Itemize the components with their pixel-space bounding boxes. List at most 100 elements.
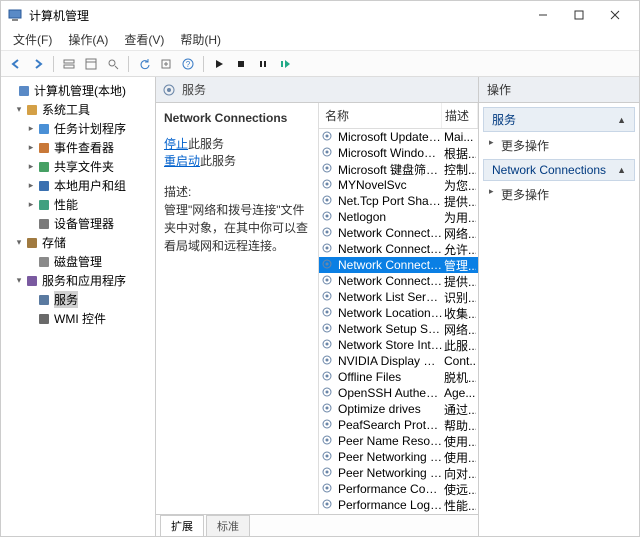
wmi-icon	[37, 312, 51, 326]
filter-button[interactable]	[104, 55, 122, 73]
service-row[interactable]: Peer Networking Identity...向对...	[319, 465, 478, 481]
menu-item[interactable]: 帮助(H)	[172, 29, 229, 50]
service-row[interactable]: Network Setup Service网络...	[319, 321, 478, 337]
stop-button[interactable]	[232, 55, 250, 73]
export-button[interactable]	[157, 55, 175, 73]
menu-item[interactable]: 查看(V)	[116, 29, 172, 50]
service-row[interactable]: Offline Files脱机...	[319, 369, 478, 385]
forward-button[interactable]	[29, 55, 47, 73]
tree-label: 共享文件夹	[54, 158, 114, 175]
detail-button[interactable]	[82, 55, 100, 73]
service-row[interactable]: Network Store Interface ...此服...	[319, 337, 478, 353]
tree-toggle[interactable]: ▸	[25, 123, 37, 134]
tree-toggle[interactable]: ▸	[25, 161, 37, 172]
service-row[interactable]: PeafSearch Protect Service帮助...	[319, 417, 478, 433]
tree-item[interactable]: WMI 控件	[3, 309, 153, 328]
service-list[interactable]: Microsoft Update Health...Mai...Microsof…	[319, 129, 478, 514]
actions-more-1[interactable]: 更多操作	[483, 132, 635, 159]
service-desc-cell: 为用...	[444, 209, 476, 226]
service-row[interactable]: Microsoft 键盘筛选器控制...	[319, 161, 478, 177]
service-row[interactable]: OpenSSH Authentication ...Age...	[319, 385, 478, 401]
tree-toggle[interactable]: ▾	[13, 275, 25, 286]
actions-category-selected[interactable]: Network Connections▲	[483, 159, 635, 181]
list-header-title: 服务	[182, 81, 206, 98]
restart-link[interactable]: 重启动	[164, 154, 200, 168]
service-row[interactable]: Performance Counter DL...使远...	[319, 481, 478, 497]
start-button[interactable]	[210, 55, 228, 73]
refresh-button[interactable]	[135, 55, 153, 73]
tree-item[interactable]: ▸本地用户和组	[3, 176, 153, 195]
stop-link[interactable]: 停止	[164, 137, 188, 151]
collapse-icon: ▲	[617, 115, 626, 125]
col-desc[interactable]: 描述	[442, 103, 478, 128]
service-row[interactable]: Microsoft Windows SMS ...根据...	[319, 145, 478, 161]
back-button[interactable]	[7, 55, 25, 73]
scope-button[interactable]	[60, 55, 78, 73]
tree-toggle[interactable]: ▸	[25, 199, 37, 210]
service-row[interactable]: Peer Networking Groupi...使用...	[319, 449, 478, 465]
tree-label: 系统工具	[42, 101, 90, 118]
app-icon	[25, 274, 39, 288]
tree-item[interactable]: ▸事件查看器	[3, 138, 153, 157]
toolbar: ?	[1, 51, 639, 77]
service-desc-cell: 为您...	[444, 177, 476, 194]
maximize-button[interactable]	[561, 3, 597, 27]
separator	[203, 56, 204, 72]
tree-item[interactable]: 服务	[3, 290, 153, 309]
service-row[interactable]: NVIDIA Display Containe...Cont...	[319, 353, 478, 369]
tree-item[interactable]: ▾服务和应用程序	[3, 271, 153, 290]
gear-icon	[321, 242, 335, 256]
tree-toggle[interactable]: ▸	[25, 142, 37, 153]
service-row[interactable]: Microsoft Update Health...Mai...	[319, 129, 478, 145]
service-name-cell: Network Setup Service	[338, 322, 444, 336]
service-row[interactable]: Optimize drives通过...	[319, 401, 478, 417]
service-row[interactable]: MYNovelSvc为您...	[319, 177, 478, 193]
service-row[interactable]: Network Connectivity Ass...提供...	[319, 273, 478, 289]
close-button[interactable]	[597, 3, 633, 27]
restart-button[interactable]	[276, 55, 294, 73]
tree-pane[interactable]: 计算机管理(本地)▾系统工具▸任务计划程序▸事件查看器▸共享文件夹▸本地用户和组…	[1, 77, 156, 536]
separator	[53, 56, 54, 72]
tree-item[interactable]: ▸性能	[3, 195, 153, 214]
tab-extended[interactable]: 扩展	[160, 515, 204, 536]
service-row[interactable]: Net.Tcp Port Sharing Ser...提供...	[319, 193, 478, 209]
actions-more-2[interactable]: 更多操作	[483, 181, 635, 208]
service-row[interactable]: Network Connection Bro...允许...	[319, 241, 478, 257]
service-row[interactable]: Netlogon为用...	[319, 209, 478, 225]
service-name-cell: PeafSearch Protect Service	[338, 418, 444, 432]
service-row[interactable]: Peer Name Resolution Pr...使用...	[319, 433, 478, 449]
tab-standard[interactable]: 标准	[206, 515, 250, 536]
service-name-cell: Net.Tcp Port Sharing Ser...	[338, 194, 444, 208]
service-row[interactable]: Network Connections管理...	[319, 257, 478, 273]
service-row[interactable]: Performance Logs & Aler...性能...	[319, 497, 478, 513]
pause-button[interactable]	[254, 55, 272, 73]
tree-item[interactable]: ▸ 共享文件夹	[3, 157, 153, 176]
tree-toggle[interactable]: ▾	[13, 104, 25, 115]
tree-label: 服务	[54, 291, 78, 308]
service-desc-cell: 网络...	[444, 321, 476, 338]
help-button[interactable]: ?	[179, 55, 197, 73]
col-name[interactable]: 名称	[319, 103, 442, 128]
service-row[interactable]: Network List Service识别...	[319, 289, 478, 305]
tree-item[interactable]: 计算机管理(本地)	[3, 81, 153, 100]
service-desc-cell: 脱机...	[444, 369, 476, 386]
service-row[interactable]: Network Location Aware...收集...	[319, 305, 478, 321]
tree-item[interactable]: 磁盘管理	[3, 252, 153, 271]
tree-toggle[interactable]: ▾	[13, 237, 25, 248]
minimize-button[interactable]	[525, 3, 561, 27]
service-desc-cell: 使远...	[444, 481, 476, 498]
menu-item[interactable]: 文件(F)	[5, 29, 60, 50]
gear-icon	[321, 402, 335, 416]
menu-item[interactable]: 操作(A)	[60, 29, 116, 50]
tree-item[interactable]: ▾存储	[3, 233, 153, 252]
actions-body: 服务▲ 更多操作 Network Connections▲ 更多操作	[479, 103, 639, 212]
tree-toggle[interactable]: ▸	[25, 180, 37, 191]
service-row[interactable]: Network Connected Devi...网络...	[319, 225, 478, 241]
service-desc-cell: 向对...	[444, 465, 476, 482]
tree-item[interactable]: ▾ 系统工具	[3, 100, 153, 119]
tree-item[interactable]: ▸任务计划程序	[3, 119, 153, 138]
tree-item[interactable]: 设备管理器	[3, 214, 153, 233]
perf-icon	[37, 198, 51, 212]
actions-category-services[interactable]: 服务▲	[483, 107, 635, 132]
service-name-cell: Microsoft Update Health...	[338, 130, 444, 144]
